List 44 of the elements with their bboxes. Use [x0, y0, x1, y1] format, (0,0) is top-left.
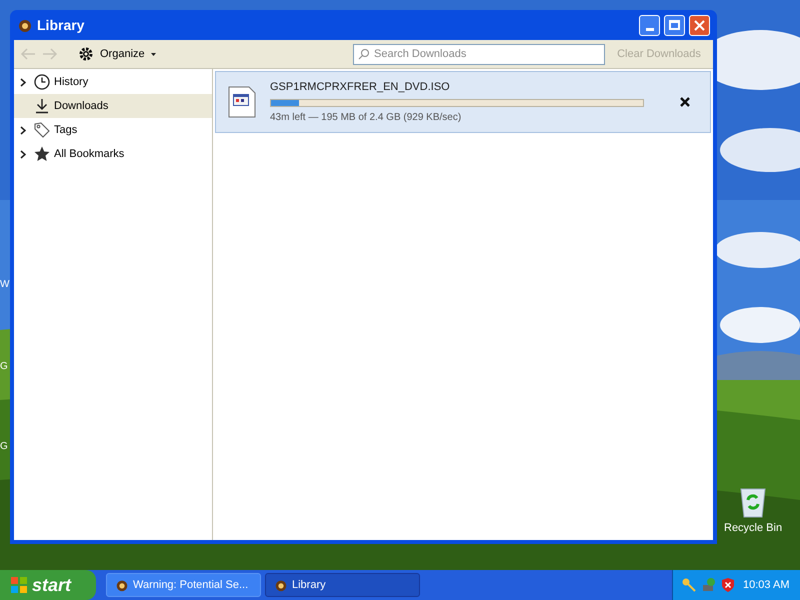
sidebar-label: Downloads — [54, 98, 108, 114]
app-icon — [115, 578, 129, 592]
caret-icon — [150, 52, 156, 56]
search-field[interactable]: Search Downloads — [374, 46, 600, 62]
taskbar-button[interactable]: Warning: Potential Se... — [106, 573, 261, 597]
app-icon — [274, 578, 288, 592]
sidebar-label: All Bookmarks — [54, 146, 124, 162]
taskbar-button[interactable]: Library — [265, 573, 420, 597]
shield-icon[interactable] — [721, 577, 735, 593]
sidebar-item[interactable]: All Bookmarks — [14, 142, 212, 166]
close-button[interactable] — [689, 14, 710, 36]
organize-button[interactable]: Organize — [78, 46, 156, 62]
search-box[interactable]: Search Downloads — [353, 44, 605, 64]
sidebar-item[interactable]: History — [14, 70, 212, 94]
start-button[interactable]: start — [0, 570, 96, 600]
expand-icon[interactable] — [20, 126, 26, 134]
desktop-icon-label[interactable]: Recycle Bin — [724, 520, 782, 536]
cancel-icon[interactable] — [680, 97, 690, 107]
star-icon — [34, 146, 50, 162]
sidebar-label: History — [54, 74, 88, 90]
maximize-button[interactable] — [664, 14, 685, 36]
gear-icon — [78, 46, 94, 62]
recycle-bin-icon[interactable] — [738, 486, 768, 518]
app-icon — [17, 17, 33, 33]
minimize-button[interactable] — [639, 14, 660, 36]
download-status: 43m left — 195 MB of 2.4 GB (929 KB/sec) — [270, 110, 462, 125]
clock: 10:03 AM — [743, 578, 790, 593]
file-name: GSP1RMCPRXFRER_EN_DVD.ISO — [270, 80, 451, 96]
sidebar-label: Tags — [54, 122, 78, 138]
expand-icon[interactable] — [20, 150, 26, 158]
tag-icon — [34, 122, 50, 138]
desktop-icon-label[interactable]: W — [0, 280, 10, 290]
sidebar-item[interactable]: Tags — [14, 118, 212, 142]
file-icon — [228, 86, 256, 118]
download-icon — [34, 98, 50, 114]
windows-logo-icon — [10, 576, 28, 594]
desktop-icon-label[interactable]: G — [0, 442, 8, 452]
expand-icon[interactable] — [20, 78, 26, 86]
window-title: Library — [37, 16, 84, 35]
search-icon — [358, 48, 370, 60]
download-item[interactable]: GSP1RMCPRXFRER_EN_DVD.ISO 43m left — 195 MB of 2.4 GB (929 KB/sec) — [215, 71, 711, 133]
clock-icon — [34, 74, 50, 90]
close-icon — [694, 20, 705, 30]
sidebar-item[interactable]: Downloads — [14, 94, 212, 118]
